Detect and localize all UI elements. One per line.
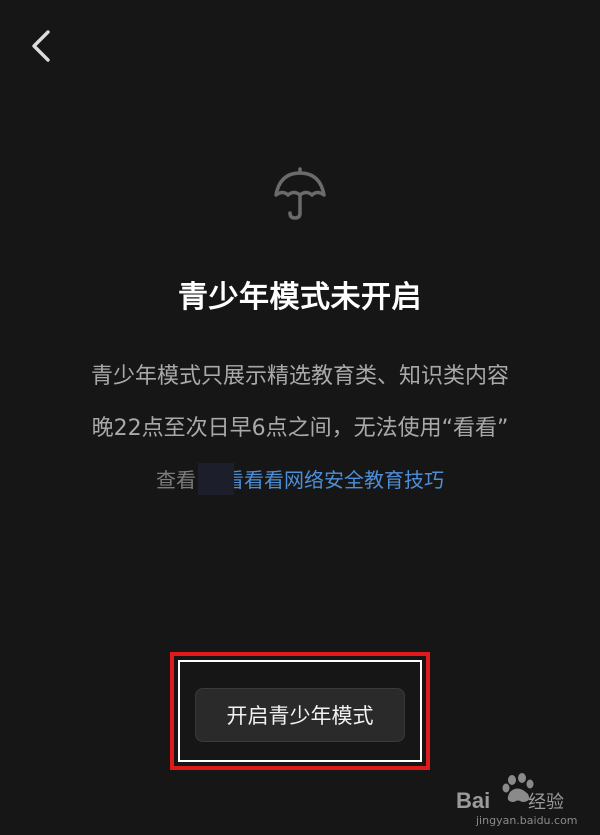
svg-text:Bai: Bai <box>456 788 490 813</box>
page-title: 青少年模式未开启 <box>178 280 422 315</box>
enable-teen-mode-button[interactable]: 开启青少年模式 <box>195 688 405 742</box>
safety-education-link-row: 查看 钱看看看网络安全教育技巧 <box>0 464 600 493</box>
link-prefix: 查看 <box>156 468 196 492</box>
umbrella-icon <box>270 163 330 223</box>
back-button[interactable] <box>22 26 62 66</box>
description-line-2: 晚22点至次日早6点之间，无法使用“看看” <box>91 416 509 441</box>
redaction-mask <box>198 463 234 495</box>
chevron-left-icon <box>32 30 50 62</box>
watermark-url: jingyan.baidu.com <box>476 814 578 827</box>
svg-text:经验: 经验 <box>528 792 564 813</box>
safety-education-link[interactable]: 钱看看看网络安全教育技巧 <box>204 468 444 492</box>
description-line-1: 青少年模式只展示精选教育类、知识类内容 <box>90 364 509 389</box>
